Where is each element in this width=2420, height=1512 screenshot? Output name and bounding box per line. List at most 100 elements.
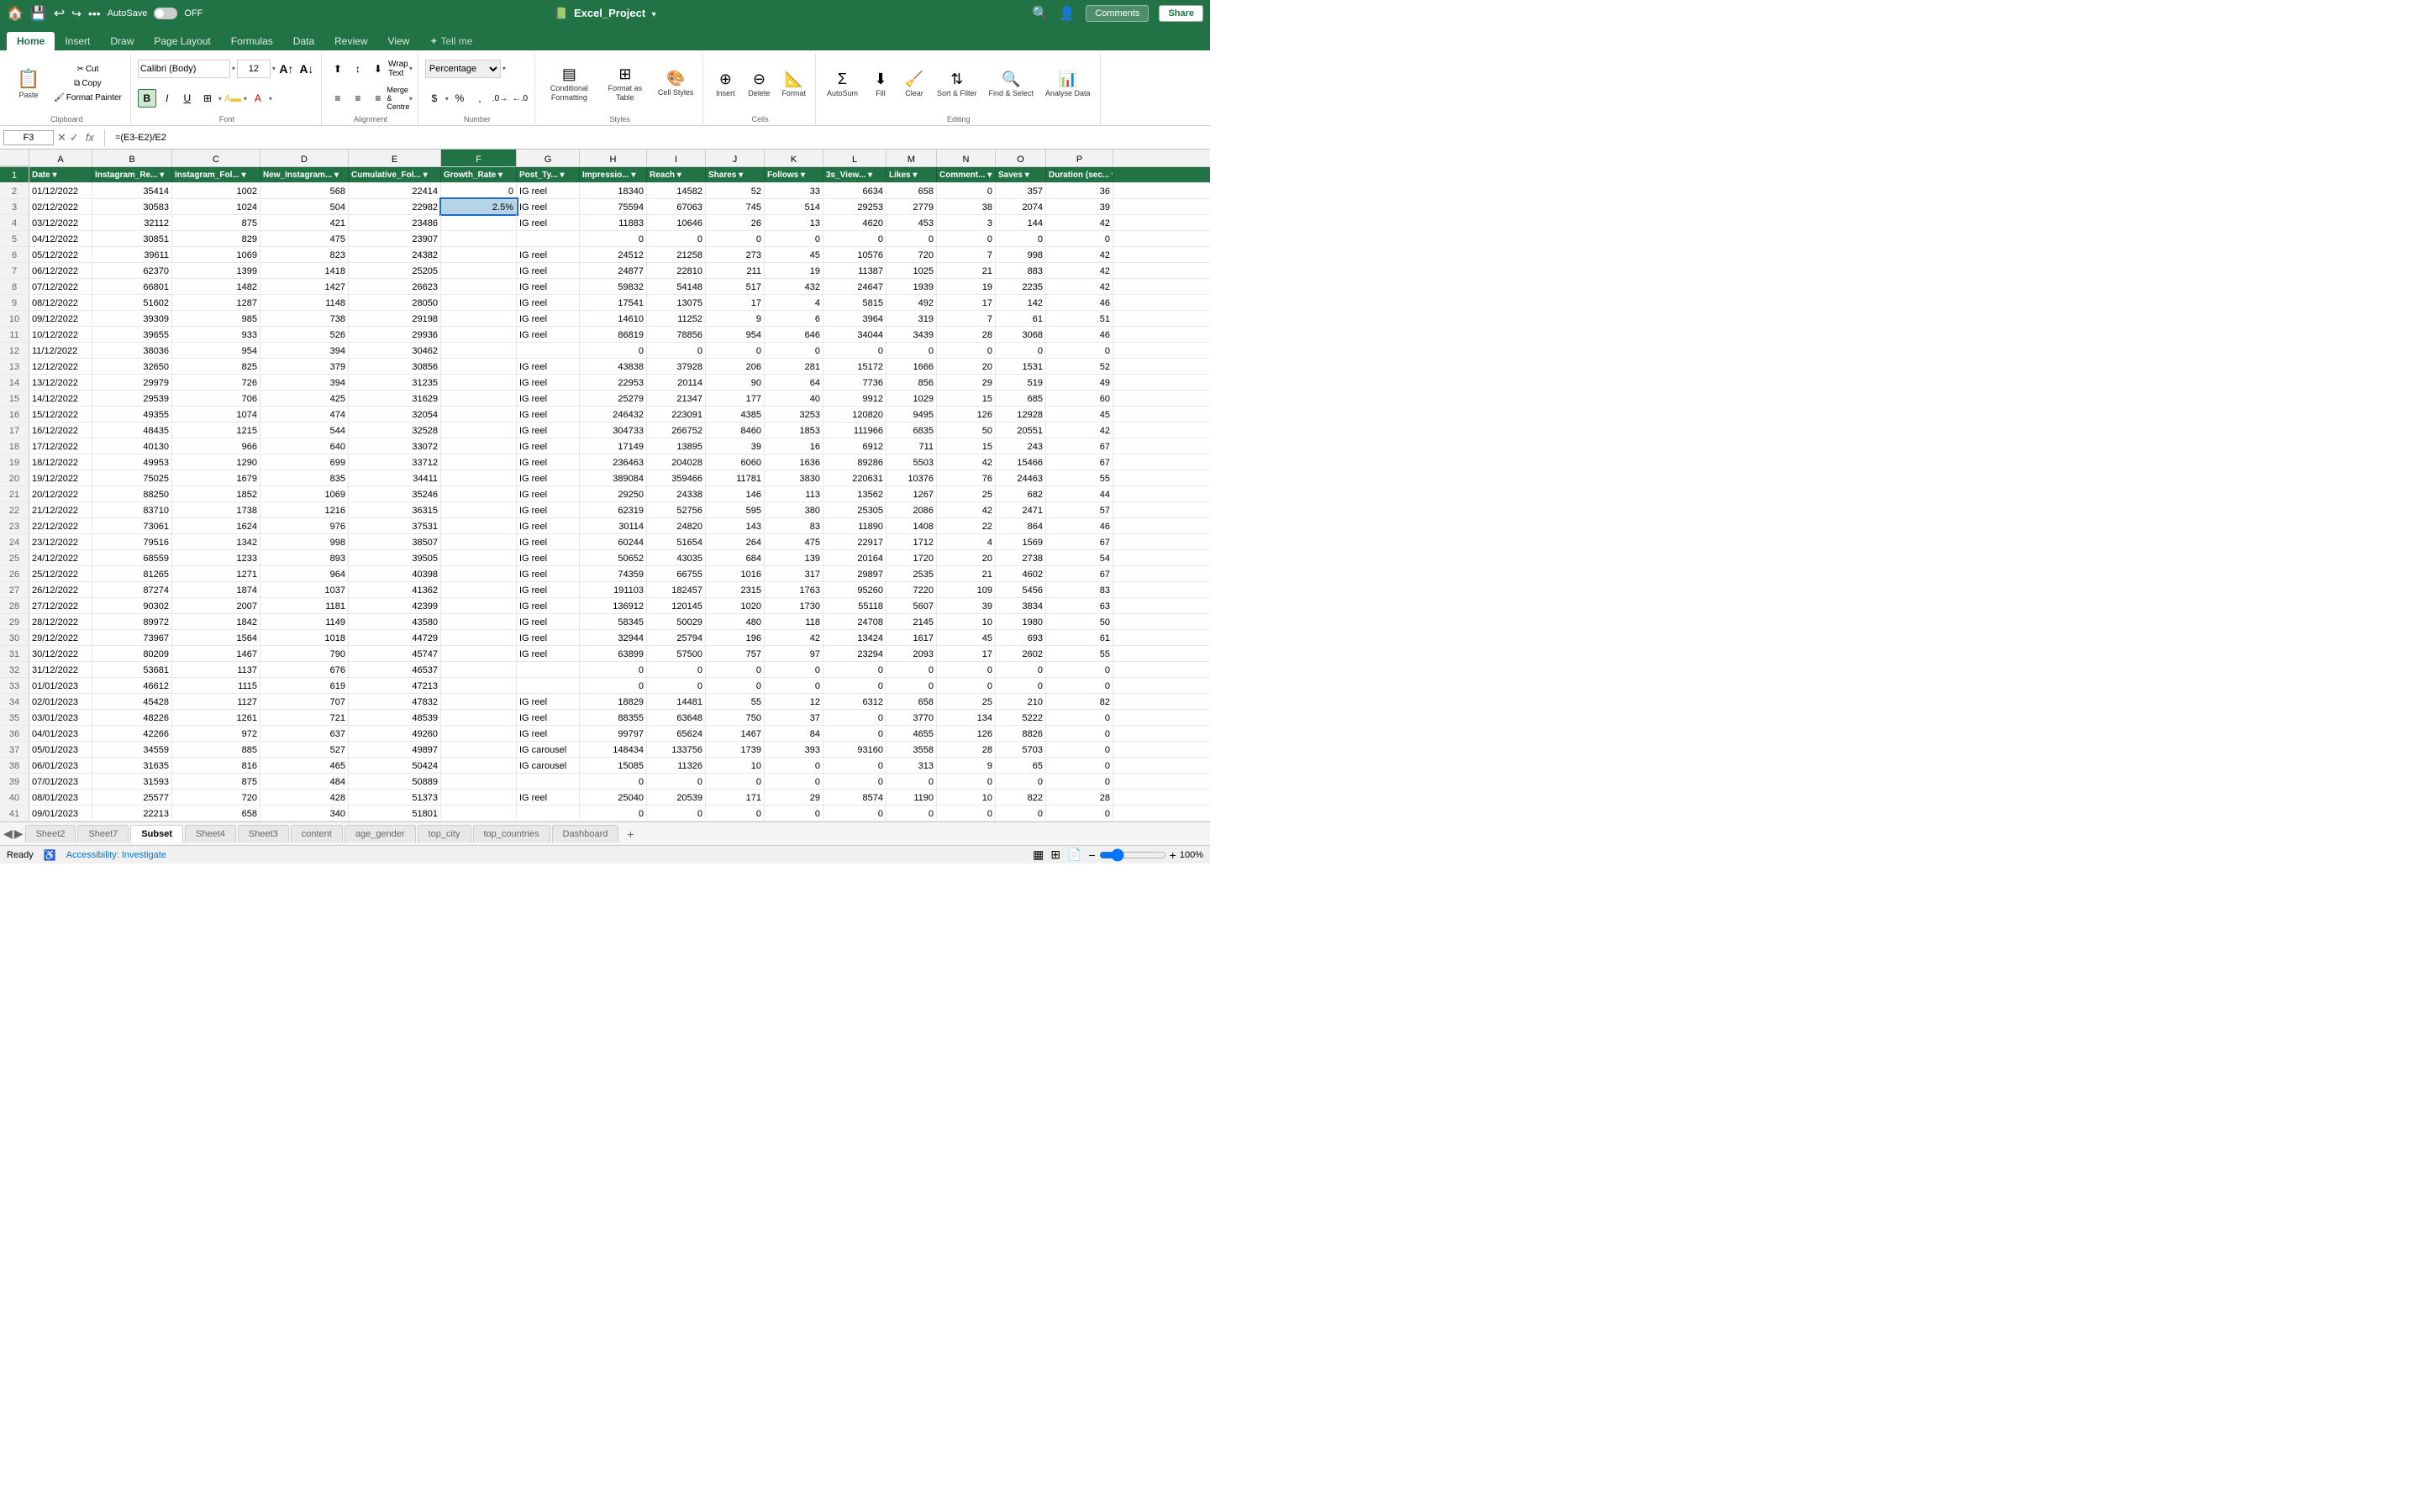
cell-P30[interactable]: 61 bbox=[1046, 630, 1113, 645]
cell-C34[interactable]: 1127 bbox=[172, 694, 260, 709]
filename-dropdown-icon[interactable]: ▾ bbox=[652, 10, 656, 19]
cell-J19[interactable]: 6060 bbox=[706, 454, 765, 470]
cell-F34[interactable] bbox=[441, 694, 517, 709]
cell-O31[interactable]: 2602 bbox=[996, 646, 1046, 661]
cell-M9[interactable]: 492 bbox=[886, 295, 937, 310]
cell-D4[interactable]: 421 bbox=[260, 215, 349, 230]
sheet-tab-Sheet4[interactable]: Sheet4 bbox=[185, 825, 236, 843]
cell-O2[interactable]: 357 bbox=[996, 183, 1046, 198]
cell-D21[interactable]: 1069 bbox=[260, 486, 349, 501]
cell-E10[interactable]: 29198 bbox=[349, 311, 441, 326]
cell-N3[interactable]: 38 bbox=[937, 199, 996, 214]
cell-D15[interactable]: 425 bbox=[260, 391, 349, 406]
cell-M24[interactable]: 1712 bbox=[886, 534, 937, 549]
cell-P12[interactable]: 0 bbox=[1046, 343, 1113, 358]
cell-H36[interactable]: 99797 bbox=[580, 726, 647, 741]
cell-A7[interactable]: 06/12/2022 bbox=[29, 263, 92, 278]
cell-P22[interactable]: 57 bbox=[1046, 502, 1113, 517]
cell-G27[interactable]: IG reel bbox=[517, 582, 580, 597]
cell-D35[interactable]: 721 bbox=[260, 710, 349, 725]
cell-H35[interactable]: 88355 bbox=[580, 710, 647, 725]
cell-B27[interactable]: 87274 bbox=[92, 582, 172, 597]
row-21-num[interactable]: 21 bbox=[0, 486, 29, 501]
cell-A22[interactable]: 21/12/2022 bbox=[29, 502, 92, 517]
cell-D24[interactable]: 998 bbox=[260, 534, 349, 549]
cell-F27[interactable] bbox=[441, 582, 517, 597]
cell-I34[interactable]: 14481 bbox=[647, 694, 706, 709]
cell-E7[interactable]: 25205 bbox=[349, 263, 441, 278]
cell-O11[interactable]: 3068 bbox=[996, 327, 1046, 342]
cell-B32[interactable]: 53681 bbox=[92, 662, 172, 677]
font-color-button[interactable]: A bbox=[249, 89, 267, 108]
cell-I20[interactable]: 359466 bbox=[647, 470, 706, 486]
col-header-K[interactable]: K bbox=[765, 150, 823, 166]
cell-L40[interactable]: 8574 bbox=[823, 790, 886, 805]
cell-P38[interactable]: 0 bbox=[1046, 758, 1113, 773]
cell-D25[interactable]: 893 bbox=[260, 550, 349, 565]
cell-O41[interactable]: 0 bbox=[996, 806, 1046, 821]
cell-L24[interactable]: 22917 bbox=[823, 534, 886, 549]
cell-F14[interactable] bbox=[441, 375, 517, 390]
paste-button[interactable]: 📋 Paste bbox=[8, 65, 49, 102]
row-7-num[interactable]: 7 bbox=[0, 263, 29, 278]
cell-M31[interactable]: 2093 bbox=[886, 646, 937, 661]
cell-C20[interactable]: 1679 bbox=[172, 470, 260, 486]
cell-K36[interactable]: 84 bbox=[765, 726, 823, 741]
zoom-slider[interactable] bbox=[1099, 848, 1166, 862]
col-header-C[interactable]: C bbox=[172, 150, 260, 166]
cell-O30[interactable]: 693 bbox=[996, 630, 1046, 645]
cell-O40[interactable]: 822 bbox=[996, 790, 1046, 805]
cell-J35[interactable]: 750 bbox=[706, 710, 765, 725]
cell-E26[interactable]: 40398 bbox=[349, 566, 441, 581]
cell-N19[interactable]: 42 bbox=[937, 454, 996, 470]
cell-C38[interactable]: 816 bbox=[172, 758, 260, 773]
cell-L38[interactable]: 0 bbox=[823, 758, 886, 773]
cell-E5[interactable]: 23907 bbox=[349, 231, 441, 246]
cell-J8[interactable]: 517 bbox=[706, 279, 765, 294]
cell-K34[interactable]: 12 bbox=[765, 694, 823, 709]
row-13-num[interactable]: 13 bbox=[0, 359, 29, 374]
cell-N24[interactable]: 4 bbox=[937, 534, 996, 549]
bold-button[interactable]: B bbox=[138, 89, 156, 108]
cell-G12[interactable] bbox=[517, 343, 580, 358]
formula-cancel-icon[interactable]: ✕ bbox=[57, 131, 66, 144]
cell-F3[interactable]: 2.5% bbox=[441, 199, 517, 214]
sheet-tab-Dashboard[interactable]: Dashboard bbox=[552, 825, 619, 843]
undo-icon[interactable]: ↩ bbox=[54, 5, 65, 22]
cell-H8[interactable]: 59832 bbox=[580, 279, 647, 294]
cell-N7[interactable]: 21 bbox=[937, 263, 996, 278]
cell-H37[interactable]: 148434 bbox=[580, 742, 647, 757]
cell-C36[interactable]: 972 bbox=[172, 726, 260, 741]
cell-F21[interactable] bbox=[441, 486, 517, 501]
cell-I33[interactable]: 0 bbox=[647, 678, 706, 693]
cell-E36[interactable]: 49260 bbox=[349, 726, 441, 741]
cell-F5[interactable] bbox=[441, 231, 517, 246]
cell-I12[interactable]: 0 bbox=[647, 343, 706, 358]
cell-M28[interactable]: 5607 bbox=[886, 598, 937, 613]
cell-I1[interactable]: Reach ▾ bbox=[647, 167, 706, 182]
cell-P5[interactable]: 0 bbox=[1046, 231, 1113, 246]
cell-C6[interactable]: 1069 bbox=[172, 247, 260, 262]
cell-K32[interactable]: 0 bbox=[765, 662, 823, 677]
cell-O15[interactable]: 685 bbox=[996, 391, 1046, 406]
cell-M10[interactable]: 319 bbox=[886, 311, 937, 326]
cell-J13[interactable]: 206 bbox=[706, 359, 765, 374]
cell-B7[interactable]: 62370 bbox=[92, 263, 172, 278]
cell-D12[interactable]: 394 bbox=[260, 343, 349, 358]
cell-I7[interactable]: 22810 bbox=[647, 263, 706, 278]
cell-G4[interactable]: IG reel bbox=[517, 215, 580, 230]
cell-D11[interactable]: 526 bbox=[260, 327, 349, 342]
cell-G8[interactable]: IG reel bbox=[517, 279, 580, 294]
cell-L22[interactable]: 25305 bbox=[823, 502, 886, 517]
cell-H23[interactable]: 30114 bbox=[580, 518, 647, 533]
cell-D38[interactable]: 465 bbox=[260, 758, 349, 773]
cell-M16[interactable]: 9495 bbox=[886, 407, 937, 422]
cell-M3[interactable]: 2779 bbox=[886, 199, 937, 214]
cell-G13[interactable]: IG reel bbox=[517, 359, 580, 374]
cell-N10[interactable]: 7 bbox=[937, 311, 996, 326]
cell-K22[interactable]: 380 bbox=[765, 502, 823, 517]
cell-N29[interactable]: 10 bbox=[937, 614, 996, 629]
cell-O7[interactable]: 883 bbox=[996, 263, 1046, 278]
cell-H14[interactable]: 22953 bbox=[580, 375, 647, 390]
cell-C29[interactable]: 1842 bbox=[172, 614, 260, 629]
